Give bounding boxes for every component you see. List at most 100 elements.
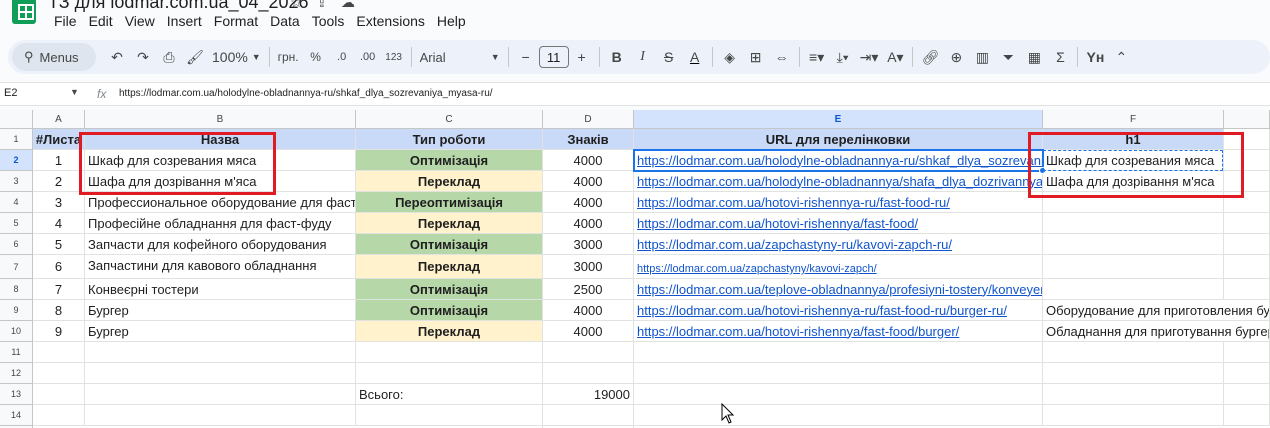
- row-header-4[interactable]: 4: [0, 192, 33, 213]
- table-cell[interactable]: [356, 405, 543, 426]
- text-color-icon[interactable]: A: [682, 44, 708, 70]
- table-cell[interactable]: 4000: [543, 171, 634, 192]
- select-all-corner[interactable]: [0, 110, 33, 129]
- table-cell[interactable]: 4000: [543, 150, 634, 171]
- merge-cells-icon[interactable]: ⇔: [769, 44, 795, 70]
- table-cell[interactable]: [33, 342, 85, 363]
- row-header-10[interactable]: 10: [0, 321, 33, 342]
- table-cell[interactable]: Професійне обладнання для фаст-фуду: [85, 213, 356, 234]
- strikethrough-icon[interactable]: S: [656, 44, 682, 70]
- table-cell[interactable]: 1: [33, 150, 85, 171]
- table-cell[interactable]: [1043, 342, 1224, 363]
- more-formats-button[interactable]: 123: [381, 44, 407, 70]
- table-cell[interactable]: [1224, 192, 1270, 213]
- table-cell[interactable]: Бургер: [85, 321, 356, 342]
- insert-link-icon[interactable]: 🔗︎: [917, 44, 943, 70]
- header-cell-h1[interactable]: h1: [1043, 129, 1224, 150]
- table-cell[interactable]: Шафа для дозрівання м'яса: [1043, 171, 1224, 192]
- table-cell[interactable]: Оптимізація: [356, 279, 543, 300]
- menu-extensions[interactable]: Extensions: [350, 12, 430, 30]
- table-cell[interactable]: [634, 363, 1043, 384]
- table-cell[interactable]: [634, 384, 1043, 405]
- row-header-7[interactable]: 7: [0, 255, 33, 279]
- table-cell[interactable]: [85, 405, 356, 426]
- table-cell[interactable]: [33, 384, 85, 405]
- table-cell[interactable]: [356, 342, 543, 363]
- decrease-decimal-button[interactable]: .0: [329, 44, 355, 70]
- table-cell[interactable]: [1043, 234, 1224, 255]
- url-link-cell[interactable]: https://lodmar.com.ua/zapchastyny-ru/kav…: [634, 234, 1043, 255]
- zoom-select[interactable]: 100% ▼: [208, 44, 265, 70]
- table-cell[interactable]: [634, 405, 1043, 426]
- table-cell[interactable]: Бургер: [85, 300, 356, 321]
- row-header-5[interactable]: 5: [0, 213, 33, 234]
- row-header-2[interactable]: 2: [0, 150, 33, 171]
- fill-handle[interactable]: [1039, 167, 1046, 174]
- table-cell[interactable]: [1043, 384, 1224, 405]
- table-cell[interactable]: Переклад: [356, 321, 543, 342]
- input-tools-icon[interactable]: Yн: [1082, 44, 1108, 70]
- table-cell[interactable]: 7: [33, 279, 85, 300]
- spreadsheet-grid[interactable]: A B C D E F 1 2 3 4 5 6 7 8 9 10 11 12 1…: [0, 110, 1270, 428]
- url-link-cell[interactable]: https://lodmar.com.ua/holodylne-obladnan…: [634, 171, 1043, 192]
- table-cell[interactable]: [1224, 342, 1270, 363]
- row-header-11[interactable]: 11: [0, 342, 33, 363]
- table-cell[interactable]: [1224, 213, 1270, 234]
- url-link-cell[interactable]: https://lodmar.com.ua/holodylne-obladnan…: [634, 150, 1043, 171]
- table-cell[interactable]: Переклад: [356, 171, 543, 192]
- table-cell[interactable]: [1224, 234, 1270, 255]
- horizontal-align-icon[interactable]: ≡▾: [804, 44, 830, 70]
- table-cell[interactable]: 5: [33, 234, 85, 255]
- column-header-f[interactable]: F: [1043, 110, 1224, 129]
- text-wrapping-icon[interactable]: ⇥▾: [856, 44, 883, 70]
- column-header-a[interactable]: A: [33, 110, 85, 129]
- table-cell[interactable]: [1224, 279, 1270, 300]
- table-cell[interactable]: [85, 384, 356, 405]
- redo-icon[interactable]: ↷: [130, 44, 156, 70]
- table-cell[interactable]: [1043, 213, 1224, 234]
- table-cell[interactable]: 2: [33, 171, 85, 192]
- menu-help[interactable]: Help: [431, 12, 472, 30]
- table-cell[interactable]: [1224, 150, 1270, 171]
- table-cell[interactable]: Оптимізація: [356, 150, 543, 171]
- table-cell[interactable]: Запчасти для кофейного оборудования: [85, 234, 356, 255]
- table-cell[interactable]: [1043, 192, 1224, 213]
- menu-edit[interactable]: Edit: [83, 12, 119, 30]
- filter-views-icon[interactable]: ▦: [1021, 44, 1047, 70]
- table-cell[interactable]: Профессиональное оборудование для фаст: [85, 192, 356, 213]
- column-header-d[interactable]: D: [543, 110, 634, 129]
- table-cell[interactable]: 4000: [543, 213, 634, 234]
- paint-format-icon[interactable]: 🖌︎: [182, 44, 208, 70]
- table-cell[interactable]: 3: [33, 192, 85, 213]
- row-header-12[interactable]: 12: [0, 363, 33, 384]
- table-cell[interactable]: Оптимізація: [356, 300, 543, 321]
- column-header-c[interactable]: C: [356, 110, 543, 129]
- formula-input[interactable]: https://lodmar.com.ua/holodylne-obladnan…: [119, 88, 493, 99]
- insert-comment-icon[interactable]: ⊕: [943, 44, 969, 70]
- url-link-cell[interactable]: https://lodmar.com.ua/hotovi-rishennya-r…: [634, 300, 1043, 321]
- italic-icon[interactable]: I: [630, 44, 656, 70]
- table-cell[interactable]: [543, 363, 634, 384]
- row-header-6[interactable]: 6: [0, 234, 33, 255]
- table-cell[interactable]: [85, 363, 356, 384]
- font-size-input[interactable]: 11: [538, 46, 569, 68]
- table-cell[interactable]: [634, 342, 1043, 363]
- table-cell[interactable]: 4000: [543, 192, 634, 213]
- table-cell[interactable]: [1224, 405, 1270, 426]
- header-cell-url[interactable]: URL для перелінковки: [634, 129, 1043, 150]
- sheets-logo-icon[interactable]: [12, 0, 36, 24]
- row-header-9[interactable]: 9: [0, 300, 33, 321]
- table-cell[interactable]: Оборудование для приготовления бургеров: [1043, 300, 1270, 321]
- functions-icon[interactable]: Σ: [1047, 44, 1073, 70]
- table-cell[interactable]: Запчастини для кавового обладнання: [85, 255, 356, 279]
- table-cell[interactable]: 4000: [543, 321, 634, 342]
- url-link-cell[interactable]: https://lodmar.com.ua/hotovi-rishennya/f…: [634, 321, 1043, 342]
- filter-icon[interactable]: ⏷: [995, 44, 1021, 70]
- table-cell[interactable]: [33, 405, 85, 426]
- table-cell[interactable]: [85, 342, 356, 363]
- currency-format-button[interactable]: грн.: [274, 44, 303, 70]
- fill-color-icon[interactable]: ◈: [717, 44, 743, 70]
- url-link-cell[interactable]: https://lodmar.com.ua/teplove-obladnanny…: [634, 279, 1043, 300]
- undo-icon[interactable]: ↶: [104, 44, 130, 70]
- menu-data[interactable]: Data: [264, 12, 306, 30]
